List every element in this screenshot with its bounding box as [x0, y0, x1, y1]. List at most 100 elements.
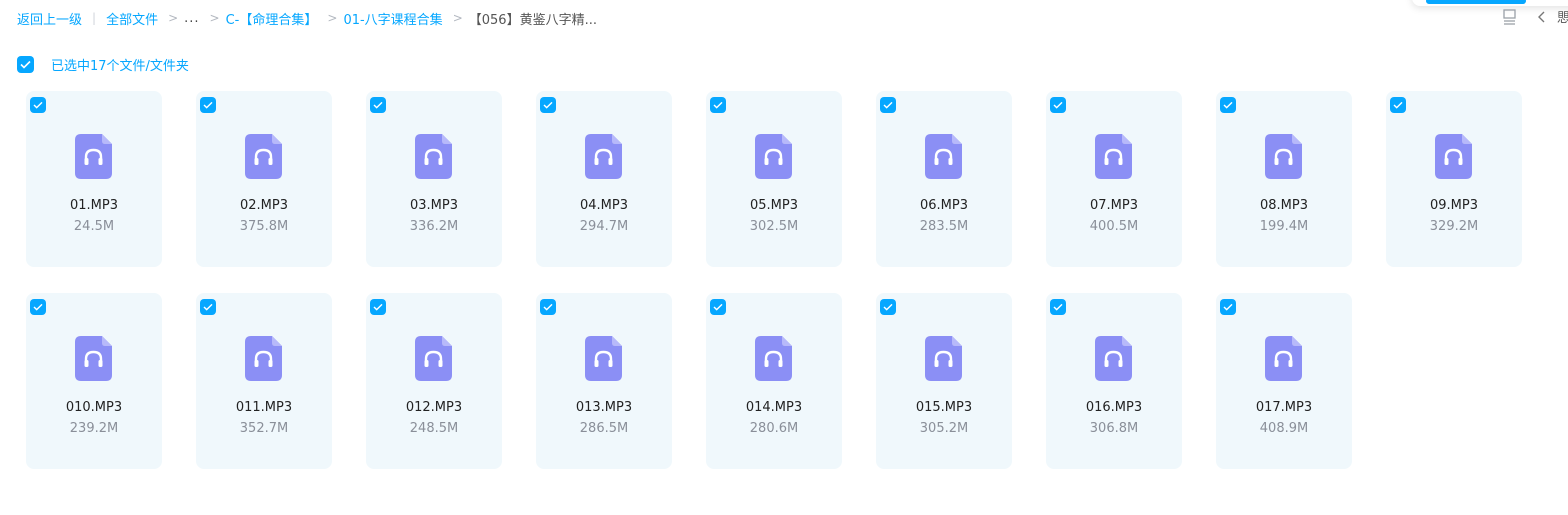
file-size: 302.5M: [749, 219, 799, 234]
file-checkbox[interactable]: [30, 97, 46, 113]
breadcrumb-chevron-icon: >: [168, 11, 179, 25]
file-size: 24.5M: [73, 219, 115, 234]
select-all-checkbox[interactable]: [17, 55, 34, 73]
audio-file-icon: [245, 336, 282, 381]
breadcrumb-current-folder: 【056】黄鉴八字精...: [468, 12, 597, 28]
audio-file-icon: [1435, 134, 1472, 179]
file-card[interactable]: 01.MP3 24.5M: [26, 91, 162, 267]
selection-count: 已选中17个文件/文件夹: [51, 58, 189, 74]
file-name: 03.MP3: [409, 198, 458, 213]
file-checkbox[interactable]: [540, 97, 556, 113]
file-checkbox[interactable]: [880, 299, 896, 315]
file-checkbox[interactable]: [200, 97, 216, 113]
file-size: 306.8M: [1089, 421, 1139, 436]
file-name: 012.MP3: [405, 400, 463, 415]
checkmark-icon: [203, 303, 213, 311]
file-card[interactable]: 013.MP3 286.5M: [536, 293, 672, 469]
file-card[interactable]: 010.MP3 239.2M: [26, 293, 162, 469]
file-checkbox[interactable]: [1220, 97, 1236, 113]
audio-file-icon: [1095, 134, 1132, 179]
audio-file-icon: [1095, 336, 1132, 381]
file-name: 09.MP3: [1429, 198, 1478, 213]
file-card[interactable]: 04.MP3 294.7M: [536, 91, 672, 267]
file-name: 01.MP3: [69, 198, 118, 213]
file-checkbox[interactable]: [370, 97, 386, 113]
audio-file-icon: [1265, 336, 1302, 381]
checkmark-icon: [203, 101, 213, 109]
audio-file-icon: [75, 134, 112, 179]
file-card[interactable]: 09.MP3 329.2M: [1386, 91, 1522, 267]
file-checkbox[interactable]: [710, 97, 726, 113]
checkmark-icon: [883, 303, 893, 311]
audio-file-icon: [755, 336, 792, 381]
file-card[interactable]: 02.MP3 375.8M: [196, 91, 332, 267]
breadcrumb-chevron-icon: >: [209, 11, 220, 25]
file-card[interactable]: 016.MP3 306.8M: [1046, 293, 1182, 469]
checkmark-icon: [713, 303, 723, 311]
file-checkbox[interactable]: [370, 299, 386, 315]
breadcrumb-folder-level1[interactable]: C-【命理合集】: [226, 9, 318, 28]
file-name: 07.MP3: [1089, 198, 1138, 213]
file-size: 329.2M: [1429, 219, 1479, 234]
breadcrumb-chevron-icon: >: [327, 11, 338, 25]
checkmark-icon: [1053, 303, 1063, 311]
file-card[interactable]: 012.MP3 248.5M: [366, 293, 502, 469]
file-checkbox[interactable]: [1220, 299, 1236, 315]
breadcrumb-folder-level2[interactable]: 01-八字课程合集: [343, 9, 442, 28]
file-card[interactable]: 05.MP3 302.5M: [706, 91, 842, 267]
checkmark-icon: [33, 303, 43, 311]
file-card[interactable]: 017.MP3 408.9M: [1216, 293, 1352, 469]
file-checkbox[interactable]: [540, 299, 556, 315]
checkmark-icon: [373, 303, 383, 311]
file-name: 017.MP3: [1255, 400, 1313, 415]
file-checkbox[interactable]: [710, 299, 726, 315]
file-name: 05.MP3: [749, 198, 798, 213]
file-checkbox[interactable]: [880, 97, 896, 113]
file-card[interactable]: 07.MP3 400.5M: [1046, 91, 1182, 267]
file-checkbox[interactable]: [30, 299, 46, 315]
file-card[interactable]: 06.MP3 283.5M: [876, 91, 1012, 267]
audio-file-icon: [585, 336, 622, 381]
breadcrumb-more[interactable]: ...: [184, 11, 199, 26]
file-name: 06.MP3: [919, 198, 968, 213]
file-checkbox[interactable]: [1390, 97, 1406, 113]
checkmark-icon: [20, 60, 31, 69]
file-checkbox[interactable]: [1050, 97, 1066, 113]
audio-file-icon: [925, 336, 962, 381]
audio-file-icon: [585, 134, 622, 179]
checkmark-icon: [33, 101, 43, 109]
file-size: 248.5M: [409, 421, 459, 436]
breadcrumb-divider: |: [92, 11, 97, 25]
breadcrumb-all-files[interactable]: 全部文件: [106, 9, 158, 28]
chevron-left-icon[interactable]: [1536, 8, 1548, 26]
file-size: 199.4M: [1259, 219, 1309, 234]
audio-file-icon: [245, 134, 282, 179]
audio-file-icon: [75, 336, 112, 381]
file-card[interactable]: 08.MP3 199.4M: [1216, 91, 1352, 267]
file-size: 283.5M: [919, 219, 969, 234]
popup-panel-edge: [1412, 0, 1568, 6]
back-link[interactable]: 返回上一级: [17, 9, 82, 28]
popup-primary-button[interactable]: [1426, 0, 1526, 4]
audio-file-icon: [415, 336, 452, 381]
selection-bar: 已选中17个文件/文件夹: [17, 55, 189, 74]
file-checkbox[interactable]: [1050, 299, 1066, 315]
file-name: 015.MP3: [915, 400, 973, 415]
file-name: 014.MP3: [745, 400, 803, 415]
checkmark-icon: [1393, 101, 1403, 109]
file-card[interactable]: 014.MP3 280.6M: [706, 293, 842, 469]
file-card[interactable]: 015.MP3 305.2M: [876, 293, 1012, 469]
file-size: 352.7M: [239, 421, 289, 436]
file-size: 239.2M: [69, 421, 119, 436]
checkmark-icon: [883, 101, 893, 109]
checkmark-icon: [713, 101, 723, 109]
file-name: 04.MP3: [579, 198, 628, 213]
file-size: 375.8M: [239, 219, 289, 234]
checkmark-icon: [373, 101, 383, 109]
file-checkbox[interactable]: [200, 299, 216, 315]
breadcrumb-chevron-icon: >: [452, 11, 463, 25]
file-card[interactable]: 011.MP3 352.7M: [196, 293, 332, 469]
view-mode-icon[interactable]: [1502, 8, 1518, 26]
file-card[interactable]: 03.MP3 336.2M: [366, 91, 502, 267]
file-size: 294.7M: [579, 219, 629, 234]
